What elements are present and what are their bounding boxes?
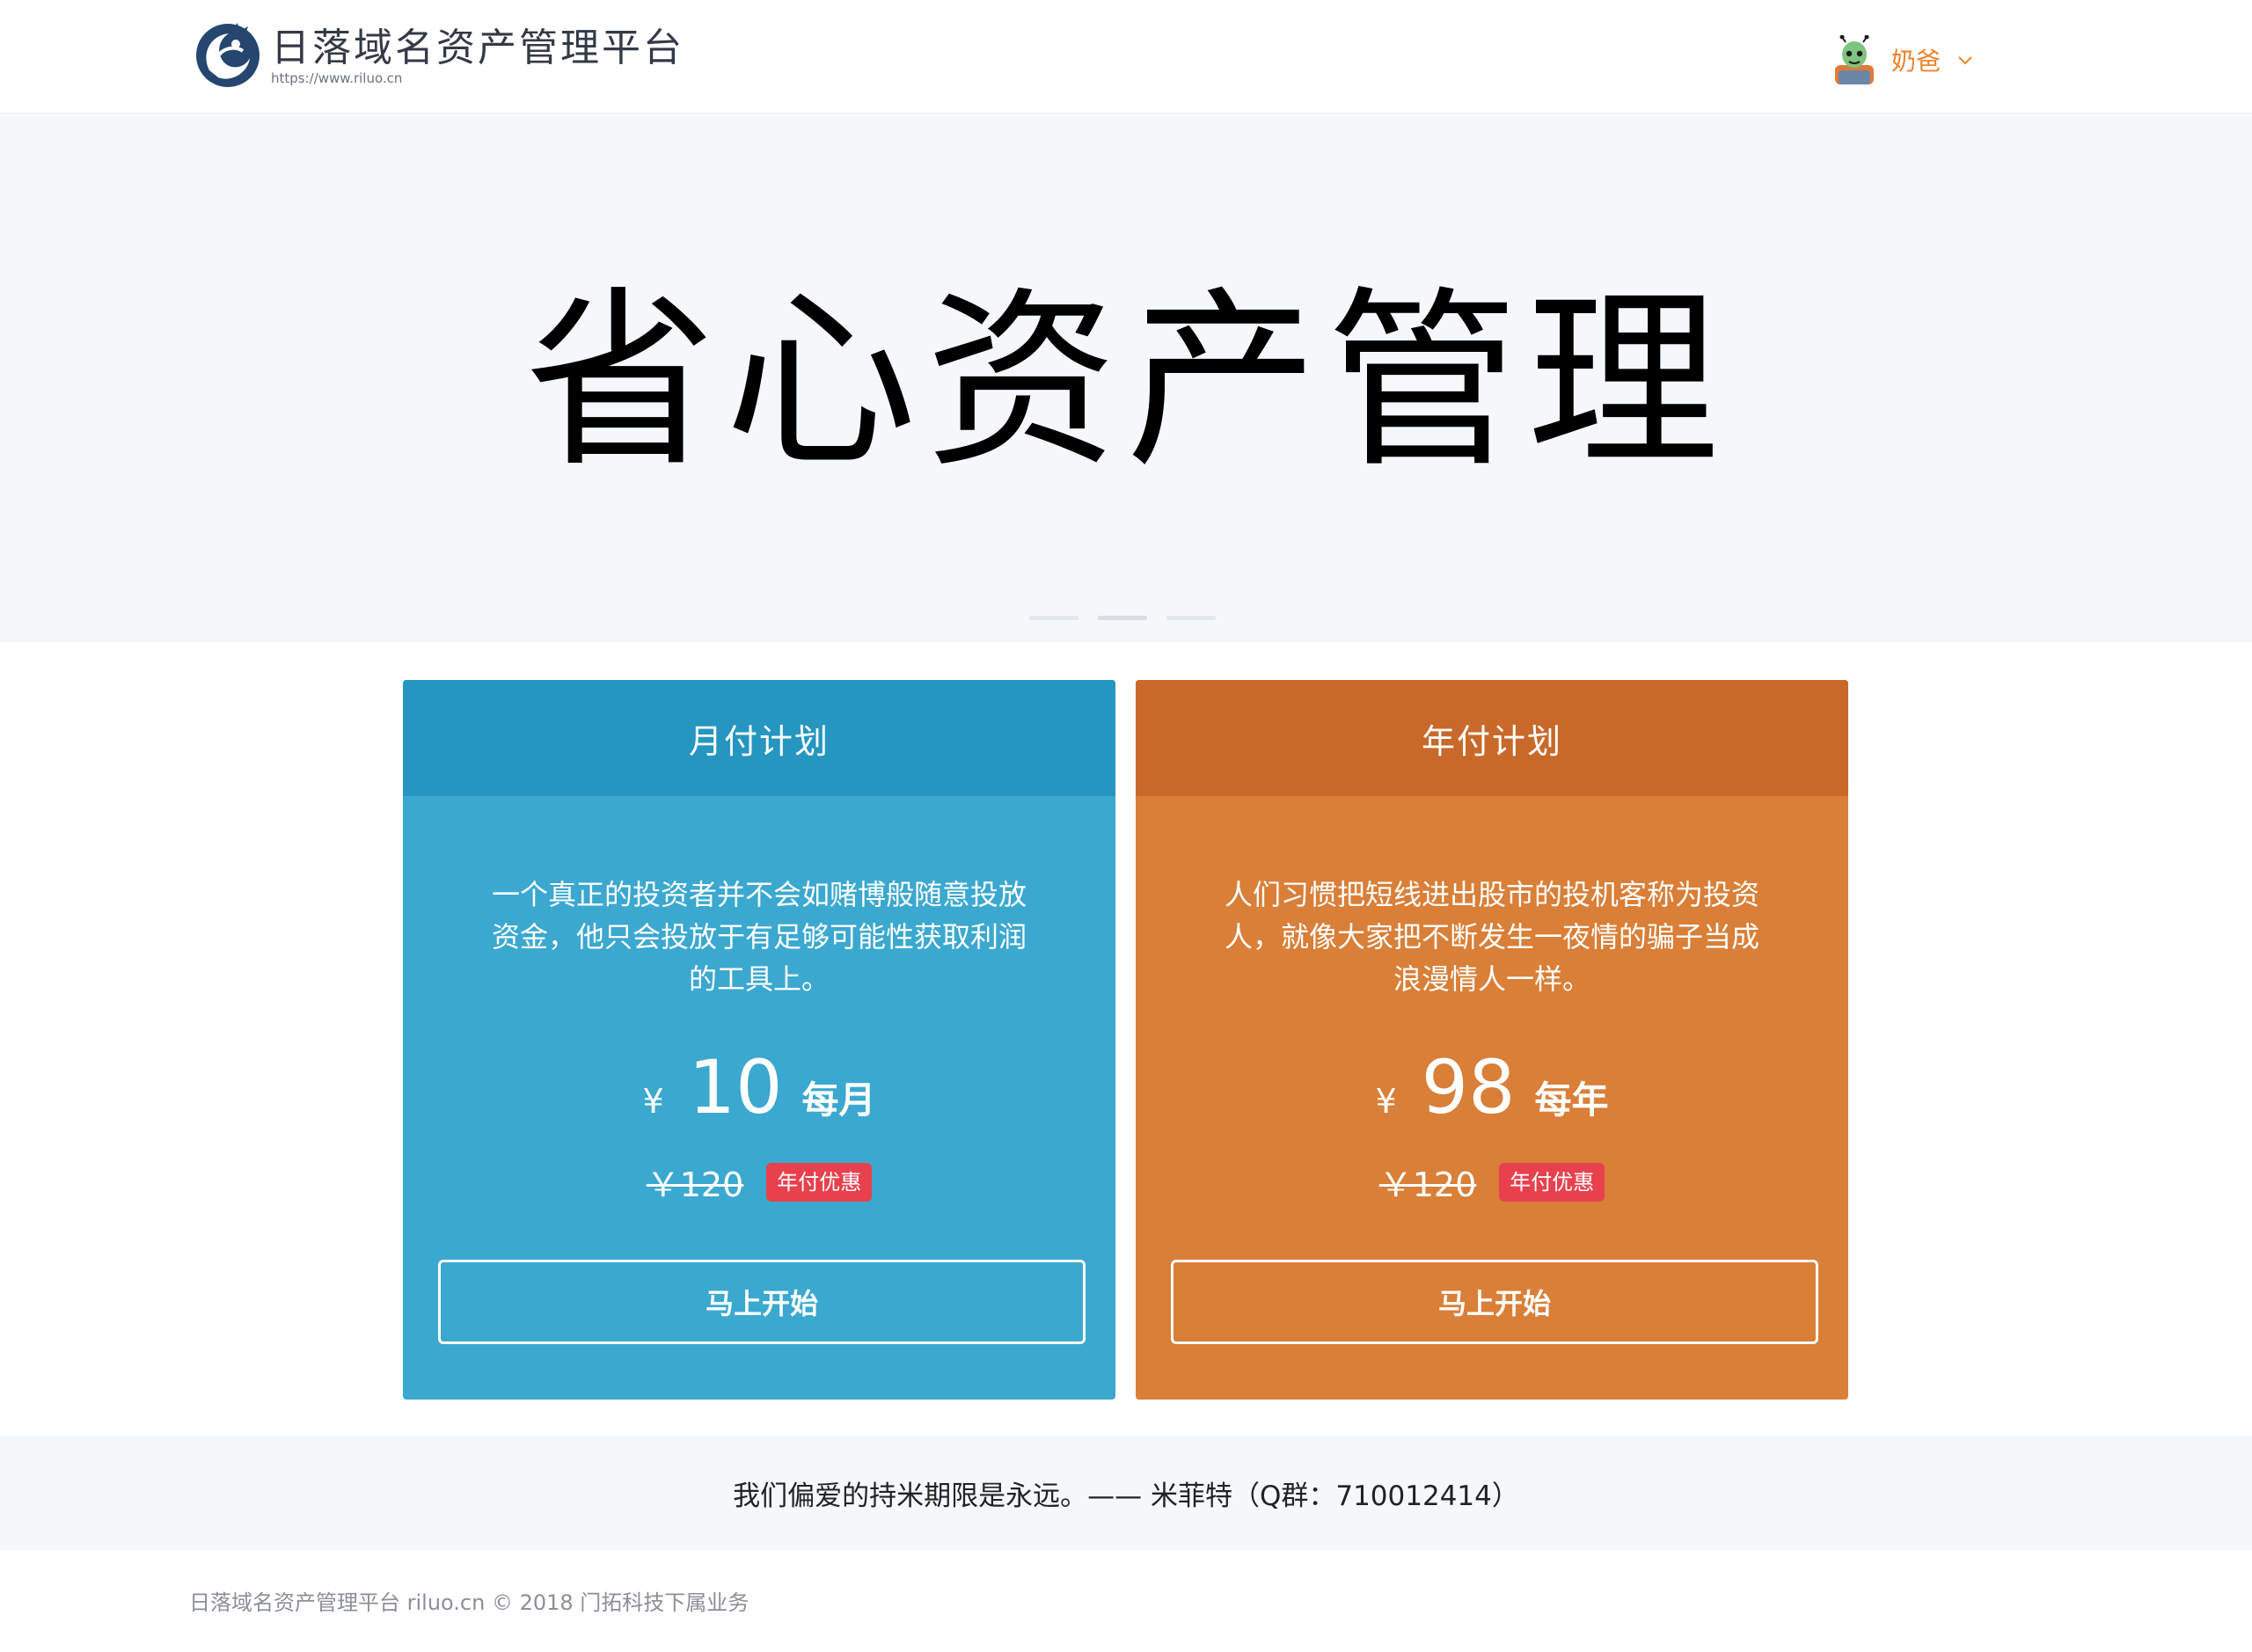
brand-title[interactable]: 日落域名资产管理平台 xyxy=(271,16,684,72)
carousel-dot-1[interactable] xyxy=(1029,616,1078,620)
discount-badge: 年付优惠 xyxy=(766,1162,873,1202)
start-now-button[interactable]: 马上开始 xyxy=(438,1260,1086,1344)
price-amount: 10 xyxy=(688,1044,783,1130)
footer-copyright: 日落域名资产管理平台 riluo.cn © 2018 门拓科技下属业务 xyxy=(189,1590,749,1615)
top-navbar: 日落域名资产管理平台 https://www.riluo.cn 奶爸 xyxy=(0,0,2252,114)
chevron-down-icon[interactable] xyxy=(1956,51,1974,69)
hero-title: 省心资产管理 xyxy=(524,271,1728,493)
original-price: ￥120 xyxy=(646,1166,744,1204)
price-row: ¥ 10 每月 xyxy=(403,1048,1115,1127)
start-now-button[interactable]: 马上开始 xyxy=(1171,1260,1818,1344)
original-price-row: ￥120 年付优惠 xyxy=(1136,1158,1848,1206)
carousel-dot-2[interactable] xyxy=(1098,616,1147,620)
price-amount: 98 xyxy=(1421,1044,1516,1130)
plan-card-yearly: 年付计划 人们习惯把短线进出股市的投机客称为投资人，就像大家把不断发生一夜情的骗… xyxy=(1136,680,1848,1400)
alien-avatar-icon xyxy=(1835,35,1874,84)
carousel-dot-3[interactable] xyxy=(1166,616,1216,620)
dragon-logo-icon[interactable] xyxy=(192,18,264,90)
original-price-row: ￥120 年付优惠 xyxy=(403,1158,1115,1206)
plan-card-monthly: 月付计划 一个真正的投资者并不会如赌博般随意投放资金，他只会投放于有足够可能性获… xyxy=(403,680,1115,1400)
user-name[interactable]: 奶爸 xyxy=(1891,42,1941,77)
plan-description: 人们习惯把短线进出股市的投机客称为投资人，就像大家把不断发生一夜情的骗子当成浪漫… xyxy=(1224,878,1759,996)
user-menu[interactable]: 奶爸 xyxy=(1830,35,1974,84)
discount-badge: 年付优惠 xyxy=(1499,1162,1605,1202)
plan-title: 月付计划 xyxy=(403,680,1115,796)
carousel-indicators xyxy=(1029,616,1216,620)
price-period: 每月 xyxy=(801,1078,876,1122)
price-currency: ¥ xyxy=(1375,1082,1397,1121)
original-price: ￥120 xyxy=(1378,1166,1477,1204)
plan-description: 一个真正的投资者并不会如赌博般随意投放资金，他只会投放于有足够可能性获取利润的工… xyxy=(491,878,1027,996)
brand-url: https://www.riluo.cn xyxy=(271,70,403,86)
price-row: ¥ 98 每年 xyxy=(1136,1048,1848,1127)
hero-banner: 省心资产管理 xyxy=(0,116,2252,642)
quote-text: 我们偏爱的持米期限是永远。—— 米菲特（Q群：710012414） xyxy=(733,1480,1519,1512)
price-currency: ¥ xyxy=(642,1082,664,1121)
quote-band: 我们偏爱的持米期限是永远。—— 米菲特（Q群：710012414） xyxy=(0,1436,2252,1550)
plan-title: 年付计划 xyxy=(1136,680,1848,796)
price-period: 每年 xyxy=(1534,1078,1609,1122)
